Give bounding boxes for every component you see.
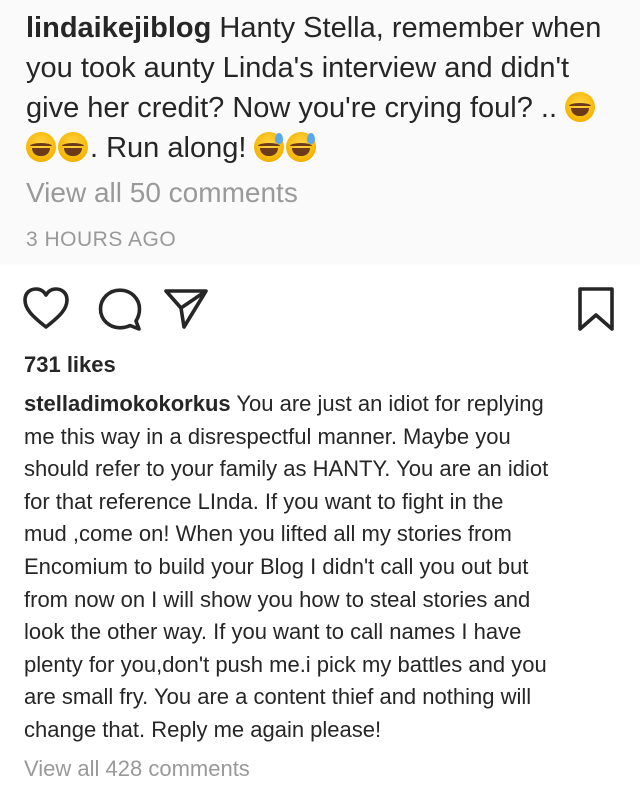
top-comment-text-4: . Run along! bbox=[90, 132, 255, 164]
likes-count[interactable]: 731 likes bbox=[24, 352, 116, 378]
caption-line: look the other way. If you want to call … bbox=[24, 619, 522, 645]
comment-bubble-icon bbox=[98, 288, 142, 331]
tears-of-joy-emoji-icon bbox=[26, 132, 56, 162]
save-button[interactable] bbox=[572, 285, 620, 333]
tears-of-joy-emoji-icon bbox=[565, 92, 596, 122]
caption-username[interactable]: stelladimokokorkus bbox=[24, 391, 231, 416]
top-comment-text-1: Hanty Stella, remember when bbox=[211, 12, 602, 44]
caption-text: You are just an idiot for replying bbox=[230, 391, 544, 416]
caption-line: mud ,come on! When you lifted all my sto… bbox=[24, 521, 512, 547]
top-comment: lindaikejiblog Hanty Stella, remember wh… bbox=[26, 8, 640, 168]
top-comment-line-1: lindaikejiblog Hanty Stella, remember wh… bbox=[26, 8, 640, 48]
post-timestamp: 3 HOURS AGO bbox=[26, 228, 177, 251]
post-caption: stelladimokokorkus You are just an idiot… bbox=[24, 388, 624, 747]
share-button[interactable] bbox=[162, 285, 210, 333]
top-comment-line-2: you took aunty Linda's interview and did… bbox=[26, 52, 570, 84]
view-all-comments-link-top[interactable]: View all 50 comments bbox=[26, 177, 298, 209]
caption-line: me this way in a disrespectful manner. M… bbox=[24, 423, 511, 449]
caption-line: plenty for you,don't push me.i pick my b… bbox=[24, 651, 547, 677]
view-all-comments-link-bottom[interactable]: View all 428 comments bbox=[24, 756, 250, 782]
top-comment-line-4: . Run along! bbox=[26, 128, 640, 168]
caption-line: stelladimokokorkus You are just an idiot… bbox=[24, 388, 624, 421]
caption-line: are small fry. You are a content thief a… bbox=[24, 684, 532, 710]
caption-line: change that. Reply me again please! bbox=[24, 716, 382, 742]
heart-icon bbox=[23, 287, 69, 329]
comment-button[interactable] bbox=[96, 285, 144, 333]
tears-of-joy-emoji-icon bbox=[58, 132, 88, 162]
top-comment-line-3: give her credit? Now you're crying foul?… bbox=[26, 88, 640, 128]
grinning-sweat-emoji-icon bbox=[286, 132, 317, 162]
bookmark-icon bbox=[578, 287, 614, 331]
caption-line: should refer to your family as HANTY. Yo… bbox=[24, 456, 549, 482]
post-action-bar bbox=[0, 285, 640, 345]
like-button[interactable] bbox=[22, 285, 70, 333]
top-comment-username[interactable]: lindaikejiblog bbox=[26, 12, 211, 44]
caption-line: for that reference LInda. If you want to… bbox=[24, 488, 504, 514]
caption-line: from now on I will show you how to steal… bbox=[24, 586, 531, 612]
top-comment-text-3: give her credit? Now you're crying foul?… bbox=[26, 92, 566, 124]
paper-plane-icon bbox=[164, 289, 208, 329]
caption-line: Encomium to build your Blog I didn't cal… bbox=[24, 553, 529, 579]
grinning-sweat-emoji-icon bbox=[254, 132, 285, 162]
